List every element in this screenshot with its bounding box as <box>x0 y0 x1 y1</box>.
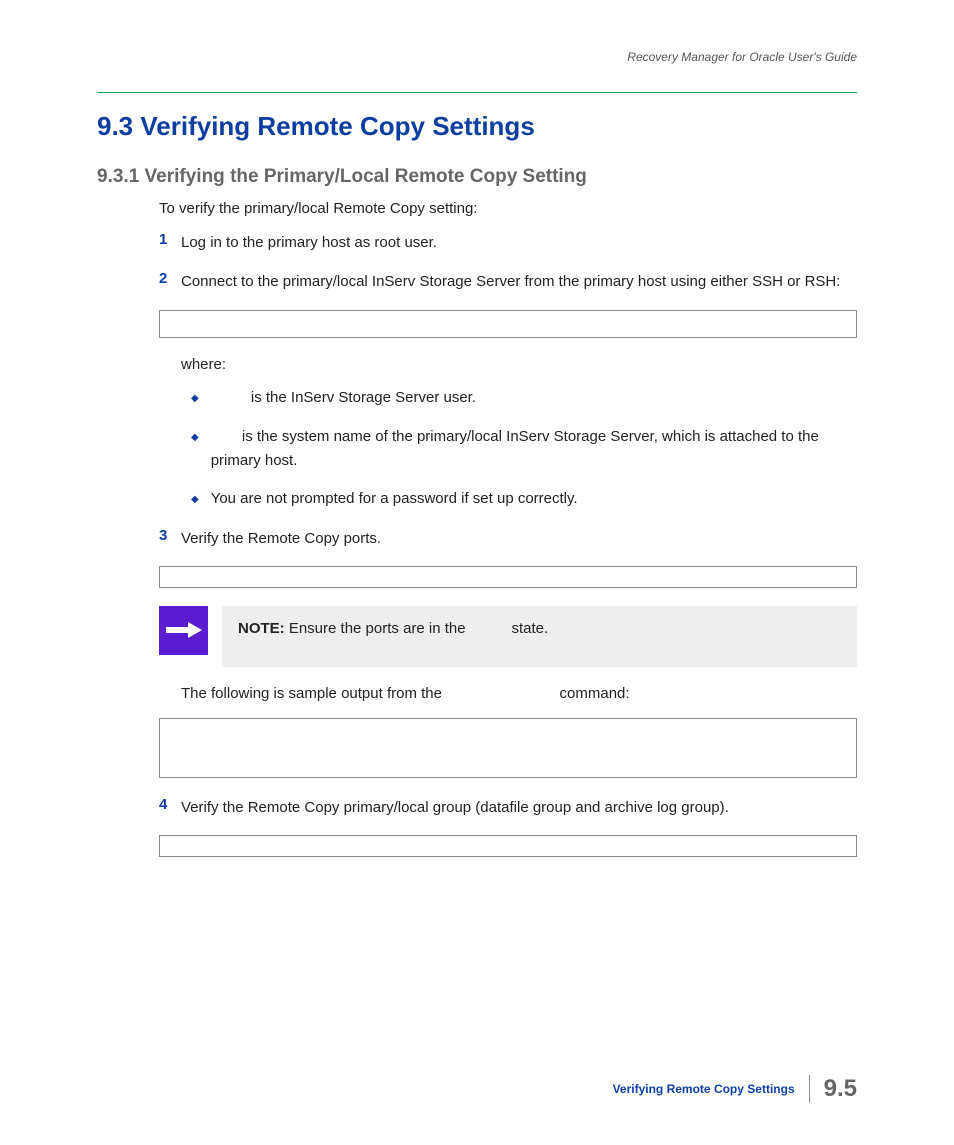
note-arrow-icon <box>159 606 208 655</box>
diamond-bullet-icon: ◆ <box>191 492 199 511</box>
where-item-text: user is the InServ Storage Server user. <box>211 387 476 411</box>
note-callout: NOTE: Ensure the ports are in the ready … <box>159 606 857 667</box>
note-text-suffix: state. <box>507 620 548 637</box>
subsection-heading: 9.3.1 Verifying the Primary/Local Remote… <box>97 166 857 188</box>
code-block-group <box>159 835 857 857</box>
step-2: 2 Connect to the primary/local InServ St… <box>97 270 857 293</box>
page-footer: Verifying Remote Copy Settings 9.5 <box>613 1075 857 1103</box>
step-1: 1 Log in to the primary host as root use… <box>97 231 857 254</box>
procedure-list-cont: 3 Verify the Remote Copy ports. <box>97 527 857 550</box>
step-4: 4 Verify the Remote Copy primary/local g… <box>97 796 857 819</box>
note-body: NOTE: Ensure the ports are in the ready … <box>222 606 857 667</box>
step-3: 3 Verify the Remote Copy ports. <box>97 527 857 550</box>
running-header: Recovery Manager for Oracle User's Guide <box>97 50 857 64</box>
sample-output-para: The following is sample output from the … <box>181 685 857 702</box>
code-block-connect <box>159 310 857 338</box>
where-item-text: sys is the system name of the primary/lo… <box>211 426 857 472</box>
where-item-text: You are not prompted for a password if s… <box>211 488 578 511</box>
diamond-bullet-icon: ◆ <box>191 391 199 411</box>
step-number: 2 <box>159 270 181 293</box>
code-block-ports <box>159 566 857 588</box>
step-number: 3 <box>159 527 181 550</box>
where-label: where: <box>181 356 857 373</box>
procedure-list: 1 Log in to the primary host as root use… <box>97 231 857 294</box>
note-label: NOTE: <box>238 620 285 637</box>
section-rule <box>97 92 857 93</box>
where-item-user: ◆ user is the InServ Storage Server user… <box>191 387 857 411</box>
where-list: ◆ user is the InServ Storage Server user… <box>97 387 857 511</box>
code-block-sample-output <box>159 718 857 778</box>
step-text: Connect to the primary/local InServ Stor… <box>181 270 840 293</box>
note-text-prefix: Ensure the ports are in the <box>285 620 470 637</box>
procedure-list-cont2: 4 Verify the Remote Copy primary/local g… <box>97 796 857 819</box>
step-number: 4 <box>159 796 181 819</box>
step-text: Log in to the primary host as root user. <box>181 231 437 254</box>
step-text: Verify the Remote Copy ports. <box>181 527 381 550</box>
diamond-bullet-icon: ◆ <box>191 430 199 472</box>
where-item-system: ◆ sys is the system name of the primary/… <box>191 426 857 472</box>
step-text: Verify the Remote Copy primary/local gro… <box>181 796 729 819</box>
step-number: 1 <box>159 231 181 254</box>
intro-text: To verify the primary/local Remote Copy … <box>159 200 857 217</box>
section-heading: 9.3 Verifying Remote Copy Settings <box>97 111 857 142</box>
footer-page-number: 9.5 <box>824 1075 857 1103</box>
where-item-password: ◆ You are not prompted for a password if… <box>191 488 857 511</box>
footer-divider <box>809 1075 810 1103</box>
footer-section-title: Verifying Remote Copy Settings <box>613 1082 809 1096</box>
